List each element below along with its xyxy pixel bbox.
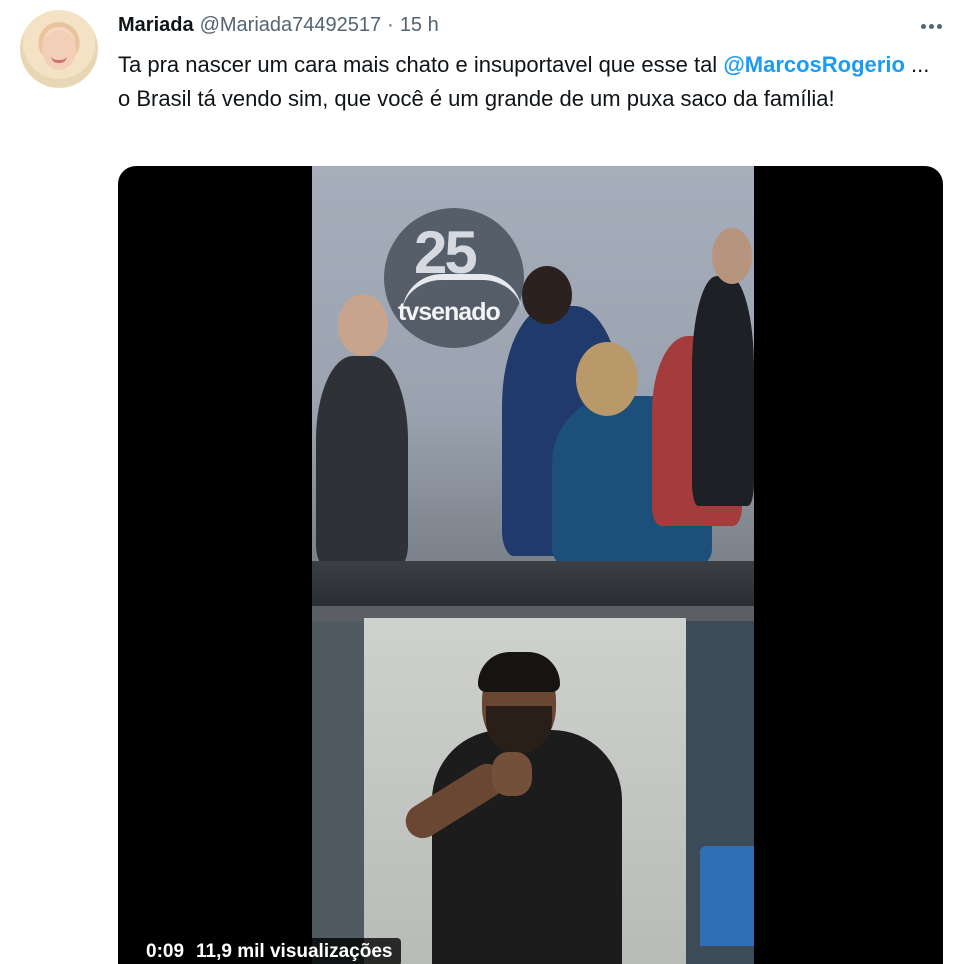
author-handle[interactable]: @Mariada74492517 [200, 14, 382, 37]
avatar-face [42, 30, 76, 70]
author-name[interactable]: Mariada [118, 14, 194, 37]
video-player[interactable]: 25 tvsenado [118, 166, 943, 964]
avatar[interactable] [20, 10, 98, 88]
video-views: 11,9 mil visualizações [196, 941, 393, 962]
more-dot [936, 23, 942, 29]
person-right [692, 276, 754, 506]
tweet-text-part1: Ta pra nascer um cara mais chato e insup… [118, 52, 724, 77]
tv-logo-text: tvsenado [398, 298, 501, 326]
person-left-head [338, 294, 388, 356]
tweet-header: Mariada @Mariada74492517 · 15 h [118, 14, 439, 40]
more-horizontal-icon[interactable] [914, 12, 948, 40]
tweet: Mariada @Mariada74492517 · 15 h Ta pra n… [0, 0, 960, 964]
interpreter-hand [492, 752, 532, 796]
more-dot [928, 23, 934, 29]
tweet-text: Ta pra nascer um cara mais chato e insup… [118, 48, 938, 116]
video-frame[interactable]: 25 tvsenado [312, 166, 754, 964]
interpreter-hair [478, 652, 560, 692]
person-woman-head [576, 342, 638, 416]
video-duration: 0:09 [146, 941, 185, 962]
person-left [316, 356, 408, 566]
person-center-head [522, 266, 572, 324]
video-stats-overlay: 0:09 11,9 mil visualizações [138, 938, 401, 964]
separator-dot: · [387, 14, 394, 36]
person-right-head [712, 228, 752, 284]
timestamp[interactable]: 15 h [400, 14, 439, 37]
sign-language-inset [364, 618, 686, 964]
mention-link[interactable]: @MarcosRogerio [723, 52, 905, 77]
blue-panel [700, 846, 754, 946]
more-dot [920, 23, 926, 29]
